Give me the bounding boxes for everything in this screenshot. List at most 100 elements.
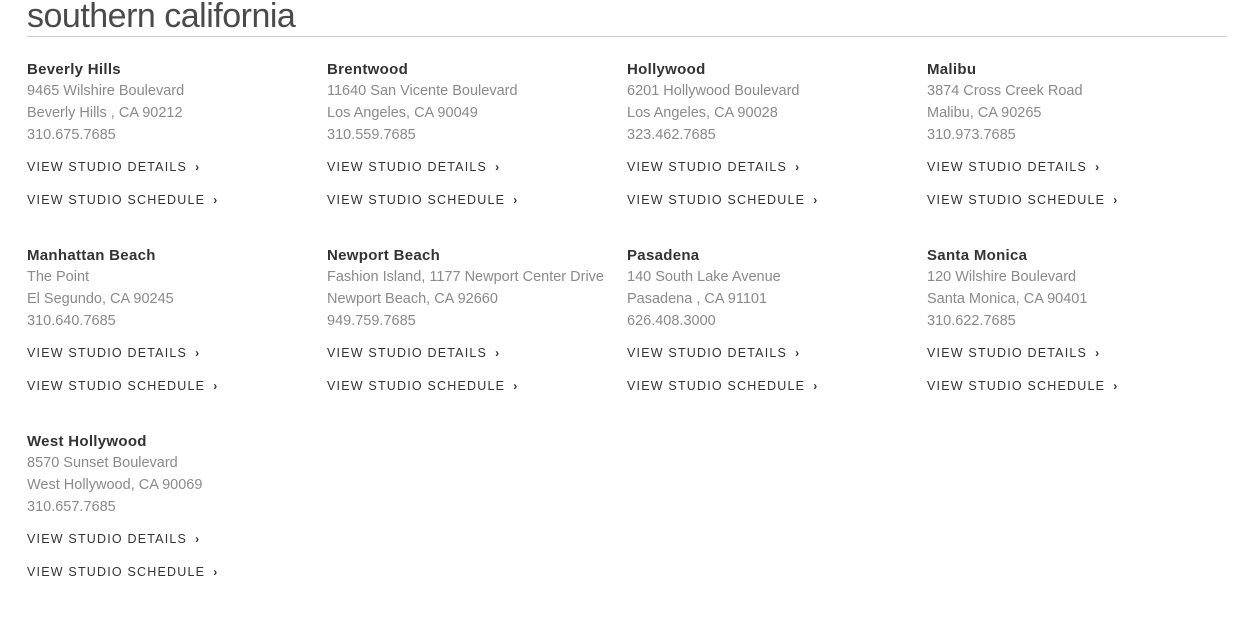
- studio-address-line1: 6201 Hollywood Boulevard: [627, 83, 800, 99]
- view-studio-details-link[interactable]: VIEW STUDIO DETAILS ›: [927, 159, 1227, 175]
- studio-address-line2: Los Angeles, CA 90049: [327, 105, 478, 121]
- view-studio-details-link[interactable]: VIEW STUDIO DETAILS ›: [27, 159, 327, 175]
- studio-address-line2: West Hollywood, CA 90069: [27, 477, 203, 493]
- studio-address-line1: 9465 Wilshire Boulevard: [27, 83, 185, 99]
- link-label: VIEW STUDIO DETAILS: [627, 160, 788, 174]
- view-studio-details-link[interactable]: VIEW STUDIO DETAILS ›: [327, 345, 627, 361]
- studio-phone: 310.640.7685: [27, 313, 116, 329]
- view-studio-schedule-link[interactable]: VIEW STUDIO SCHEDULE ›: [327, 192, 627, 208]
- studio-address-line2: Malibu, CA 90265: [927, 105, 1042, 121]
- studio-address-line1: 120 Wilshire Boulevard: [927, 269, 1077, 285]
- chevron-right-icon: ›: [513, 379, 518, 393]
- link-label: VIEW STUDIO DETAILS: [27, 346, 188, 360]
- link-label: VIEW STUDIO SCHEDULE: [327, 193, 506, 207]
- studio-address-line1: 140 South Lake Avenue: [627, 269, 781, 285]
- studio-card-hollywood: Hollywood 6201 Hollywood Boulevard Los A…: [627, 60, 927, 246]
- studio-address-line1: 3874 Cross Creek Road: [927, 83, 1083, 99]
- view-studio-details-link[interactable]: VIEW STUDIO DETAILS ›: [327, 159, 627, 175]
- chevron-right-icon: ›: [813, 379, 818, 393]
- view-studio-details-link[interactable]: VIEW STUDIO DETAILS ›: [27, 345, 327, 361]
- view-studio-schedule-link[interactable]: VIEW STUDIO SCHEDULE ›: [27, 378, 327, 394]
- chevron-right-icon: ›: [495, 160, 500, 174]
- link-label: VIEW STUDIO DETAILS: [327, 160, 488, 174]
- studio-card-santa-monica: Santa Monica 120 Wilshire Boulevard Sant…: [927, 246, 1227, 432]
- studio-address-line1: 8570 Sunset Boulevard: [27, 455, 178, 471]
- studio-name: Hollywood: [627, 61, 706, 78]
- chevron-right-icon: ›: [1095, 346, 1100, 360]
- link-label: VIEW STUDIO DETAILS: [27, 160, 188, 174]
- studio-address-line2: Newport Beach, CA 92660: [327, 291, 498, 307]
- studio-card-brentwood: Brentwood 11640 San Vicente Boulevard Lo…: [327, 60, 627, 246]
- view-studio-schedule-link[interactable]: VIEW STUDIO SCHEDULE ›: [27, 192, 327, 208]
- studio-address-line2: Santa Monica, CA 90401: [927, 291, 1088, 307]
- studio-name: Pasadena: [627, 247, 700, 264]
- link-label: VIEW STUDIO SCHEDULE: [627, 193, 806, 207]
- chevron-right-icon: ›: [795, 160, 800, 174]
- link-label: VIEW STUDIO DETAILS: [327, 346, 488, 360]
- studio-name: Santa Monica: [927, 247, 1028, 264]
- studio-address-line1: Fashion Island, 1177 Newport Center Driv…: [327, 269, 604, 285]
- studio-card-manhattan-beach: Manhattan Beach The Point El Segundo, CA…: [27, 246, 327, 432]
- link-label: VIEW STUDIO DETAILS: [927, 160, 1088, 174]
- link-label: VIEW STUDIO SCHEDULE: [927, 379, 1106, 393]
- studio-phone: 310.657.7685: [27, 499, 116, 515]
- studio-card-newport-beach: Newport Beach Fashion Island, 1177 Newpo…: [327, 246, 627, 432]
- view-studio-details-link[interactable]: VIEW STUDIO DETAILS ›: [627, 345, 927, 361]
- chevron-right-icon: ›: [213, 565, 218, 579]
- studio-name: Beverly Hills: [27, 61, 121, 78]
- chevron-right-icon: ›: [795, 346, 800, 360]
- studio-address-line1: 11640 San Vicente Boulevard: [327, 83, 518, 99]
- studio-card-beverly-hills: Beverly Hills 9465 Wilshire Boulevard Be…: [27, 60, 327, 246]
- view-studio-details-link[interactable]: VIEW STUDIO DETAILS ›: [627, 159, 927, 175]
- studio-grid: Beverly Hills 9465 Wilshire Boulevard Be…: [27, 60, 1227, 618]
- view-studio-details-link[interactable]: VIEW STUDIO DETAILS ›: [927, 345, 1227, 361]
- studio-card-pasadena: Pasadena 140 South Lake Avenue Pasadena …: [627, 246, 927, 432]
- region-title: southern california: [27, 0, 296, 35]
- view-studio-details-link[interactable]: VIEW STUDIO DETAILS ›: [27, 531, 327, 547]
- studio-name: Newport Beach: [327, 247, 441, 264]
- studio-address-line2: Pasadena , CA 91101: [627, 291, 768, 307]
- link-label: VIEW STUDIO SCHEDULE: [627, 379, 806, 393]
- view-studio-schedule-link[interactable]: VIEW STUDIO SCHEDULE ›: [927, 378, 1227, 394]
- view-studio-schedule-link[interactable]: VIEW STUDIO SCHEDULE ›: [27, 564, 327, 580]
- studio-address-line1: The Point: [27, 269, 90, 285]
- chevron-right-icon: ›: [213, 193, 218, 207]
- studio-name: Malibu: [927, 61, 977, 78]
- link-label: VIEW STUDIO SCHEDULE: [27, 565, 206, 579]
- studio-phone: 310.675.7685: [27, 127, 116, 143]
- studio-card-malibu: Malibu 3874 Cross Creek Road Malibu, CA …: [927, 60, 1227, 246]
- view-studio-schedule-link[interactable]: VIEW STUDIO SCHEDULE ›: [627, 192, 927, 208]
- studio-phone: 626.408.3000: [627, 313, 716, 329]
- studio-address-line2: Los Angeles, CA 90028: [627, 105, 778, 121]
- view-studio-schedule-link[interactable]: VIEW STUDIO SCHEDULE ›: [627, 378, 927, 394]
- link-label: VIEW STUDIO DETAILS: [27, 532, 188, 546]
- chevron-right-icon: ›: [513, 193, 518, 207]
- studio-name: West Hollywood: [27, 433, 147, 450]
- link-label: VIEW STUDIO SCHEDULE: [927, 193, 1106, 207]
- view-studio-schedule-link[interactable]: VIEW STUDIO SCHEDULE ›: [327, 378, 627, 394]
- studio-name: Manhattan Beach: [27, 247, 156, 264]
- chevron-right-icon: ›: [195, 346, 200, 360]
- chevron-right-icon: ›: [195, 160, 200, 174]
- chevron-right-icon: ›: [1113, 379, 1118, 393]
- chevron-right-icon: ›: [195, 532, 200, 546]
- studio-phone: 949.759.7685: [327, 313, 416, 329]
- chevron-right-icon: ›: [495, 346, 500, 360]
- chevron-right-icon: ›: [1113, 193, 1118, 207]
- view-studio-schedule-link[interactable]: VIEW STUDIO SCHEDULE ›: [927, 192, 1227, 208]
- link-label: VIEW STUDIO SCHEDULE: [327, 379, 506, 393]
- chevron-right-icon: ›: [213, 379, 218, 393]
- studio-phone: 310.559.7685: [327, 127, 416, 143]
- studio-name: Brentwood: [327, 61, 409, 78]
- studio-address-line2: El Segundo, CA 90245: [27, 291, 174, 307]
- studio-card-west-hollywood: West Hollywood 8570 Sunset Boulevard Wes…: [27, 432, 327, 618]
- studio-phone: 323.462.7685: [627, 127, 716, 143]
- link-label: VIEW STUDIO DETAILS: [927, 346, 1088, 360]
- studio-phone: 310.622.7685: [927, 313, 1016, 329]
- region-header: southern california: [27, 0, 1227, 37]
- studio-phone: 310.973.7685: [927, 127, 1016, 143]
- chevron-right-icon: ›: [813, 193, 818, 207]
- link-label: VIEW STUDIO SCHEDULE: [27, 193, 206, 207]
- link-label: VIEW STUDIO DETAILS: [627, 346, 788, 360]
- studio-address-line2: Beverly Hills , CA 90212: [27, 105, 183, 121]
